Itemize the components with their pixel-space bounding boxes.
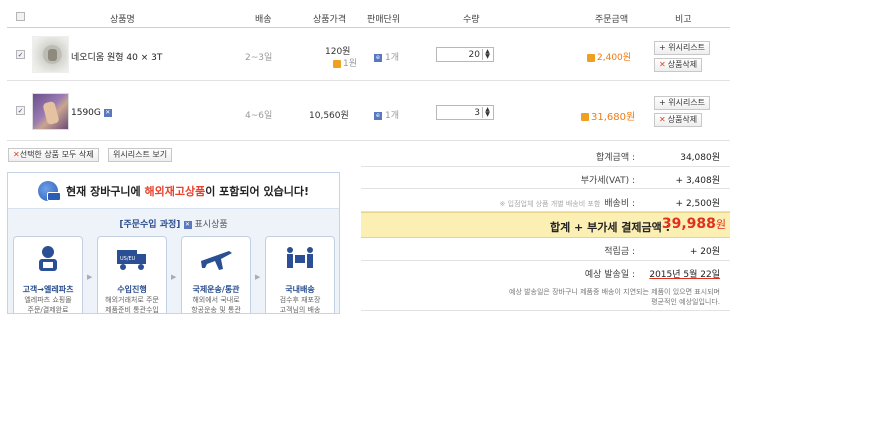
spinner-arrows-icon[interactable]: ▲ ▼: [482, 107, 492, 118]
arrow-right-icon: ▶: [171, 273, 177, 281]
product-name[interactable]: 1590G ✕: [71, 108, 115, 118]
table-row: ✓ 네오디움 원형 40 × 3T 2~3일 120원 1원 e 1개 20 ▲ ▼…: [7, 29, 730, 81]
delivery-people-icon: [287, 247, 313, 268]
coin-icon: [333, 59, 341, 68]
overseas-mark-icon: ✕: [103, 108, 112, 117]
item-checkbox[interactable]: ✓: [16, 50, 25, 59]
unit-icon: e: [374, 111, 382, 120]
truck-icon: US/EU: [117, 250, 146, 270]
sale-unit: e 1개: [374, 108, 399, 121]
product-thumbnail[interactable]: [32, 36, 69, 73]
process-step-shipping: 국제운송/통관 해외에서 국내로 항공운송 및 통관: [181, 236, 251, 314]
overseas-notice-panel: 현재 장바구니에 해외재고상품이 포함되어 있습니다! [주문수입 과정] ✕ 표…: [7, 172, 340, 314]
process-step-delivery: 국내배송 검수후 재포장 고객님의 배송: [265, 236, 335, 314]
close-icon: ✕: [13, 150, 20, 159]
vat-row: 부가세(VAT) : + 3,408원: [361, 167, 730, 189]
step-label: 고객→엘레파츠: [22, 285, 74, 294]
header-unit: 판매단위: [367, 15, 401, 25]
process-section: [주문수입 과정] ✕ 표시상품 고객→엘레파츠 엘레파츠 쇼핑몰 주문/결제완료 …: [8, 209, 339, 314]
product-thumbnail[interactable]: [32, 93, 69, 130]
quantity-stepper[interactable]: 20 ▲ ▼: [436, 47, 494, 62]
step-desc: 검수후 재포장 고객님의 배송: [279, 296, 321, 314]
table-header: 상품명 배송 상품가격 판매단위 수량 주문금액 비고: [7, 6, 730, 28]
unit-icon: e: [374, 53, 382, 62]
coin-icon: [587, 53, 595, 62]
arrow-right-icon: ▶: [87, 273, 93, 281]
delete-item-button[interactable]: ✕ 상품삭제: [654, 113, 703, 127]
cart-table: 상품명 배송 상품가격 판매단위 수량 주문금액 비고 ✓ 네오디움 원형 40…: [7, 6, 730, 141]
quantity-value[interactable]: 3: [474, 108, 480, 118]
vat-label: 부가세(VAT) :: [580, 176, 635, 186]
notice-header: 현재 장바구니에 해외재고상품이 포함되어 있습니다!: [8, 173, 339, 209]
process-step-import: US/EU 수입진행 해외거래처로 주문 제품준비 통관수입: [97, 236, 167, 314]
vat-value: + 3,408원: [675, 176, 720, 186]
ship-date-label: 예상 발송일 :: [584, 270, 635, 280]
step-label: 국내배송: [285, 285, 315, 294]
sale-unit: e 1개: [374, 50, 399, 63]
delete-selected-button[interactable]: ✕선택한 상품 모두 삭제: [8, 148, 99, 162]
quantity-value[interactable]: 20: [469, 50, 480, 60]
process-step-order: 고객→엘레파츠 엘레파츠 쇼핑몰 주문/결제완료: [13, 236, 83, 314]
select-all-checkbox[interactable]: [16, 12, 25, 21]
overseas-mark-icon: ✕: [183, 220, 192, 229]
header-qty: 수량: [463, 15, 480, 25]
add-wishlist-button[interactable]: + 위시리스트: [654, 41, 711, 55]
shipping-fee-row: ※ 입점업체 상품 개별 배송비 포함 배송비 : + 2,500원: [361, 189, 730, 212]
globe-icon: [38, 180, 61, 201]
sum-value: 34,080원: [680, 153, 720, 163]
view-wishlist-button[interactable]: 위시리스트 보기: [108, 148, 173, 162]
airplane-icon: [201, 251, 232, 270]
ship-date-value: 2015년 5월 22일: [649, 270, 720, 280]
header-amount: 주문금액: [595, 15, 629, 25]
customer-icon: [39, 246, 57, 271]
shipping-fee-label: ※ 입점업체 상품 개별 배송비 포함 배송비 :: [499, 199, 635, 209]
product-name[interactable]: 네오디움 원형 40 × 3T: [71, 50, 162, 63]
table-row: ✓ 1590G ✕ 4~6일 10,560원 e 1개 3 ▲ ▼ 31,680원 …: [7, 82, 730, 141]
points-total-value: + 20원: [689, 247, 720, 257]
spinner-arrows-icon[interactable]: ▲ ▼: [482, 49, 492, 60]
sum-row: 합계금액 : 34,080원: [361, 143, 730, 167]
arrow-right-icon: ▶: [255, 273, 261, 281]
product-price: 10,560원: [309, 111, 349, 121]
svg-text:US/EU: US/EU: [120, 256, 136, 262]
grand-total-label: 합계 + 부가세 결제금액 :: [549, 221, 670, 234]
ship-date-note: 예상 발송일은 장바구니 제품중 배송이 지연되는 제품이 있으면 표시되며 평…: [509, 288, 720, 306]
points-label: 적립금 :: [604, 247, 635, 257]
shipping-days: 2~3일: [245, 53, 273, 63]
item-checkbox[interactable]: ✓: [16, 106, 25, 115]
order-amount: 31,680원: [581, 108, 635, 123]
order-amount: 2,400원: [587, 50, 631, 63]
close-icon: ✕: [659, 60, 666, 69]
grand-total-row: 합계 + 부가세 결제금액 : 39,988원: [361, 212, 730, 238]
sum-label: 합계금액 :: [595, 153, 635, 163]
step-desc: 해외거래처로 주문 제품준비 통관수입: [105, 296, 159, 314]
grand-total-value: 39,988원: [661, 216, 726, 232]
add-wishlist-button[interactable]: + 위시리스트: [654, 96, 711, 110]
shipping-fee-value: + 2,500원: [675, 199, 720, 209]
header-price: 상품가격: [313, 15, 347, 25]
points-row: 적립금 : + 20원: [361, 238, 730, 261]
delete-item-button[interactable]: ✕ 상품삭제: [654, 58, 703, 72]
notice-title: 현재 장바구니에 해외재고상품이 포함되어 있습니다!: [66, 184, 309, 198]
quantity-stepper[interactable]: 3 ▲ ▼: [436, 105, 494, 120]
process-title: [주문수입 과정] ✕ 표시상품: [119, 220, 228, 230]
ship-date-row: 예상 발송일 : 2015년 5월 22일 예상 발송일은 장바구니 제품중 배…: [361, 261, 730, 311]
header-product: 상품명: [110, 15, 135, 25]
close-icon: ✕: [659, 115, 666, 124]
header-note: 비고: [675, 15, 692, 25]
step-desc: 해외에서 국내로 항공운송 및 통관: [191, 296, 241, 314]
step-desc: 엘레파츠 쇼핑몰 주문/결제완료: [24, 296, 72, 314]
coin-icon: [581, 113, 589, 121]
header-shipping: 배송: [255, 15, 272, 25]
step-label: 국제운송/통관: [192, 285, 240, 294]
shipping-days: 4~6일: [245, 111, 273, 121]
points-value: 1원: [333, 56, 357, 69]
step-label: 수입진행: [117, 285, 147, 294]
